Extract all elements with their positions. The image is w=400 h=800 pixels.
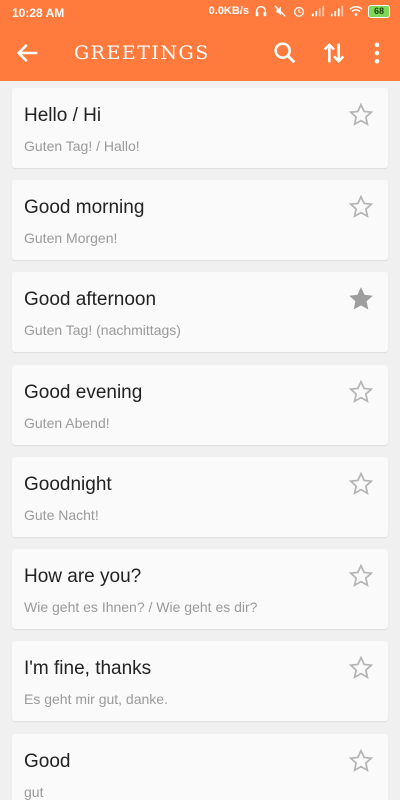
phrase-german: Guten Morgen!	[24, 230, 118, 246]
phrase-english: Good evening	[24, 382, 143, 403]
phrase-card[interactable]: Goodnight Gute Nacht!	[12, 457, 388, 537]
phrase-german: Gute Nacht!	[24, 507, 99, 523]
star-outline-icon[interactable]	[348, 471, 374, 497]
headphones-icon	[255, 5, 267, 17]
phrase-german: Guten Tag! (nachmittags)	[24, 322, 181, 338]
mute-icon	[274, 5, 286, 17]
phrase-german: Wie geht es Ihnen? / Wie geht es dir?	[24, 599, 258, 615]
back-arrow-icon[interactable]	[14, 39, 42, 67]
wifi-icon	[349, 6, 363, 16]
phrase-card[interactable]: Good gut	[12, 734, 388, 800]
phrase-english: Good	[24, 751, 71, 772]
signal-icon	[311, 5, 325, 17]
phrase-card[interactable]: Good evening Guten Abend!	[12, 365, 388, 445]
signal-2-icon	[330, 5, 344, 17]
phrase-german: Guten Abend!	[24, 415, 110, 431]
phrase-card[interactable]: I'm fine, thanks Es geht mir gut, danke.	[12, 641, 388, 721]
phrase-german: Es geht mir gut, danke.	[24, 691, 168, 707]
search-icon[interactable]	[271, 39, 299, 67]
status-bar: 10:28 AM 0.0KB/s 68	[0, 0, 400, 25]
phrase-english: Good afternoon	[24, 289, 157, 310]
status-time: 10:28 AM	[12, 6, 65, 20]
phrase-card[interactable]: How are you? Wie geht es Ihnen? / Wie ge…	[12, 549, 388, 629]
star-outline-icon[interactable]	[348, 194, 374, 220]
phrase-german: Guten Tag! / Hallo!	[24, 138, 140, 154]
star-outline-icon[interactable]	[348, 379, 374, 405]
phrase-english: Hello / Hi	[24, 105, 102, 126]
alarm-icon	[293, 6, 305, 17]
phrase-card[interactable]: Good afternoon Guten Tag! (nachmittags)	[12, 272, 388, 352]
swap-vert-icon[interactable]	[320, 39, 348, 67]
phrase-list[interactable]: Hello / Hi Guten Tag! / Hallo! Good morn…	[0, 81, 400, 800]
star-outline-icon[interactable]	[348, 748, 374, 774]
network-speed: 0.0KB/s	[208, 5, 249, 17]
star-filled-icon[interactable]	[348, 286, 374, 312]
phrase-english: How are you?	[24, 566, 142, 587]
more-vert-icon[interactable]	[363, 39, 391, 67]
phrase-english: Goodnight	[24, 474, 112, 495]
phrase-english: I'm fine, thanks	[24, 658, 152, 679]
battery-icon: 68	[368, 4, 390, 18]
status-icons: 0.0KB/s 68	[209, 4, 390, 18]
phrase-german: gut	[24, 784, 44, 800]
star-outline-icon[interactable]	[348, 655, 374, 681]
page-title: GREETINGS	[74, 42, 210, 64]
star-outline-icon[interactable]	[348, 563, 374, 589]
phrase-english: Good morning	[24, 197, 145, 218]
phrase-card[interactable]: Hello / Hi Guten Tag! / Hallo!	[12, 88, 388, 168]
phrase-card[interactable]: Good morning Guten Morgen!	[12, 180, 388, 260]
star-outline-icon[interactable]	[348, 102, 374, 128]
app-bar: GREETINGS	[0, 25, 400, 81]
